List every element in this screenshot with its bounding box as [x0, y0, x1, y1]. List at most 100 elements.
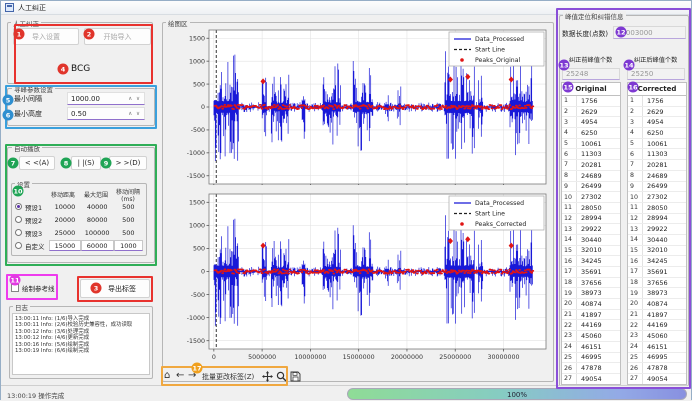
- table-row[interactable]: 2749054: [562, 374, 620, 385]
- radio-button[interactable]: [15, 203, 22, 210]
- step-forward-button[interactable]: > >(D): [109, 156, 147, 170]
- original-peaks-list[interactable]: Original 1175622629349544625051006161130…: [561, 82, 621, 385]
- table-row[interactable]: 1329922: [628, 224, 686, 235]
- table-row[interactable]: 2546995: [562, 353, 620, 364]
- plot-peaks-corrected[interactable]: -1500-1000-50005001000150005000000100000…: [171, 187, 551, 365]
- table-row[interactable]: 720281: [628, 160, 686, 171]
- table-row[interactable]: 2244169: [628, 320, 686, 331]
- annotation-badge: 2: [84, 29, 95, 40]
- preset-input[interactable]: 60000: [81, 240, 114, 251]
- row-index: 19: [562, 288, 577, 298]
- step-back-button[interactable]: < <(A): [19, 156, 55, 170]
- spinner-arrows-icon[interactable]: ∧ ∨: [128, 96, 141, 102]
- table-row[interactable]: 1837656: [628, 278, 686, 289]
- table-row[interactable]: 2647878: [562, 363, 620, 374]
- svg-text:1500: 1500: [189, 35, 205, 42]
- table-row[interactable]: 2546995: [628, 353, 686, 364]
- row-index: 27: [628, 374, 643, 384]
- batch-edit-labels-button[interactable]: 批量更改标签(Z): [202, 372, 254, 382]
- table-row[interactable]: 1938973: [628, 288, 686, 299]
- row-value: 26499: [577, 182, 602, 190]
- table-row[interactable]: 2345060: [628, 331, 686, 342]
- zoom-icon[interactable]: [276, 371, 287, 382]
- plot-peaks-original[interactable]: -1500-1000-500050010001500Data_Processed…: [171, 25, 551, 185]
- spinner-arrows-icon[interactable]: ∧ ∨: [128, 111, 141, 117]
- table-row[interactable]: 2141897: [628, 310, 686, 321]
- table-row[interactable]: 824689: [562, 171, 620, 182]
- autoplay-title: 自动播放: [12, 143, 42, 153]
- table-row[interactable]: 720281: [562, 160, 620, 171]
- table-row[interactable]: 510061: [628, 139, 686, 150]
- min-height-spinbox[interactable]: 0.50 ∧ ∨: [67, 107, 145, 120]
- preset-row[interactable]: 自定义15000600001000: [11, 239, 143, 252]
- annotation-badge: 6: [3, 110, 14, 121]
- log-output[interactable]: 13:00:11 Info: (1/6)导入完成13:00:11 Info: (…: [12, 313, 150, 375]
- table-row[interactable]: 510061: [562, 139, 620, 150]
- table-row[interactable]: 11756: [628, 96, 686, 107]
- table-row[interactable]: 1228994: [562, 214, 620, 225]
- row-index: 9: [628, 182, 643, 192]
- table-row[interactable]: 2647878: [628, 363, 686, 374]
- table-row[interactable]: 2345060: [562, 331, 620, 342]
- radio-button[interactable]: [15, 242, 22, 249]
- radio-button[interactable]: [15, 229, 22, 236]
- table-row[interactable]: 1228994: [628, 214, 686, 225]
- table-row[interactable]: 1430440: [628, 235, 686, 246]
- table-row[interactable]: 1532010: [628, 246, 686, 257]
- table-row[interactable]: 1735691: [562, 267, 620, 278]
- table-row[interactable]: 1634245: [562, 256, 620, 267]
- preset-value: 40000: [81, 203, 114, 211]
- table-row[interactable]: 611303: [628, 149, 686, 160]
- table-row[interactable]: 46250: [628, 128, 686, 139]
- after-count-field: 25250: [627, 68, 685, 80]
- row-index: 22: [628, 320, 643, 330]
- table-row[interactable]: 926499: [628, 182, 686, 193]
- table-row[interactable]: 2040874: [628, 299, 686, 310]
- table-row[interactable]: 1027302: [562, 192, 620, 203]
- row-index: 21: [628, 310, 643, 320]
- table-row[interactable]: 34954: [628, 117, 686, 128]
- pause-button[interactable]: | |(S): [71, 156, 101, 170]
- table-row[interactable]: 2446151: [628, 342, 686, 353]
- table-row[interactable]: 11756: [562, 96, 620, 107]
- table-row[interactable]: 2141897: [562, 310, 620, 321]
- pan-icon[interactable]: [262, 371, 273, 382]
- start-import-button[interactable]: 开始导入: [84, 28, 151, 45]
- table-row[interactable]: 611303: [562, 149, 620, 160]
- back-icon[interactable]: ←: [176, 370, 184, 381]
- table-row[interactable]: 46250: [562, 128, 620, 139]
- table-row[interactable]: 1128050: [628, 203, 686, 214]
- row-value: 35691: [577, 268, 602, 276]
- table-row[interactable]: 1027302: [628, 192, 686, 203]
- table-row[interactable]: 1329922: [562, 224, 620, 235]
- table-row[interactable]: 1532010: [562, 246, 620, 257]
- table-row[interactable]: 22629: [562, 107, 620, 118]
- table-row[interactable]: 1837656: [562, 278, 620, 289]
- table-row[interactable]: 1128050: [562, 203, 620, 214]
- table-row[interactable]: 34954: [562, 117, 620, 128]
- preset-row[interactable]: 预设22000080000500: [11, 213, 143, 226]
- table-row[interactable]: 2749054: [628, 374, 686, 385]
- row-value: 4954: [577, 118, 598, 126]
- radio-button[interactable]: [15, 216, 22, 223]
- table-row[interactable]: 1430440: [562, 235, 620, 246]
- preset-row[interactable]: 预设11000040000500: [11, 200, 143, 213]
- table-row[interactable]: 926499: [562, 182, 620, 193]
- preset-value: 20000: [49, 216, 80, 224]
- row-value: 28050: [643, 204, 668, 212]
- table-row[interactable]: 1938973: [562, 288, 620, 299]
- save-icon[interactable]: [290, 371, 301, 382]
- table-row[interactable]: 824689: [628, 171, 686, 182]
- table-row[interactable]: 1735691: [628, 267, 686, 278]
- table-row[interactable]: 2244169: [562, 320, 620, 331]
- preset-input[interactable]: 1000: [114, 240, 143, 251]
- home-icon[interactable]: ⌂: [164, 370, 170, 381]
- table-row[interactable]: 2446151: [562, 342, 620, 353]
- min-interval-spinbox[interactable]: 1000.00 ∧ ∨: [67, 92, 145, 105]
- corrected-peaks-list[interactable]: Corrected 117562262934954462505100616113…: [627, 82, 687, 385]
- preset-row[interactable]: 预设325000100000500: [11, 226, 143, 239]
- preset-input[interactable]: 15000: [49, 240, 80, 251]
- table-row[interactable]: 2040874: [562, 299, 620, 310]
- table-row[interactable]: 1634245: [628, 256, 686, 267]
- table-row[interactable]: 22629: [628, 107, 686, 118]
